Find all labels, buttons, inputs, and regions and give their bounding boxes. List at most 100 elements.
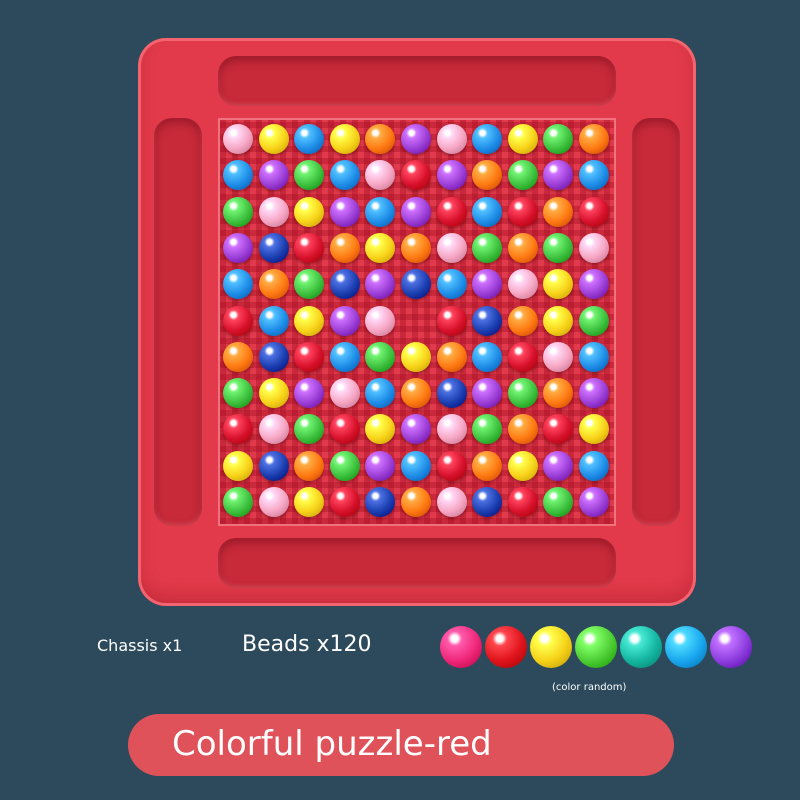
bead-purple[interactable] bbox=[543, 160, 574, 191]
bead-blue[interactable] bbox=[223, 160, 253, 191]
bead-red[interactable] bbox=[543, 414, 574, 445]
bead-red[interactable] bbox=[329, 414, 360, 445]
bead-pink[interactable] bbox=[365, 305, 396, 336]
bead-navy[interactable] bbox=[258, 232, 289, 263]
bead-pink[interactable] bbox=[436, 487, 467, 517]
bead-red[interactable] bbox=[294, 341, 325, 372]
bead-pink[interactable] bbox=[543, 341, 574, 372]
bead-red[interactable] bbox=[401, 160, 431, 191]
bead-pink[interactable] bbox=[507, 269, 538, 300]
bead-green[interactable] bbox=[365, 341, 396, 372]
bead-purple[interactable] bbox=[258, 160, 289, 191]
bead-green[interactable] bbox=[472, 414, 503, 445]
bead-navy[interactable] bbox=[436, 378, 467, 409]
bead-red[interactable] bbox=[223, 305, 253, 336]
bead-orange[interactable] bbox=[507, 232, 538, 263]
bead-pink[interactable] bbox=[579, 232, 609, 263]
bead-navy[interactable] bbox=[329, 269, 360, 300]
bead-red[interactable] bbox=[329, 487, 360, 517]
bead-purple[interactable] bbox=[401, 414, 431, 445]
bead-yellow[interactable] bbox=[543, 269, 574, 300]
bead-red[interactable] bbox=[507, 341, 538, 372]
bead-blue[interactable] bbox=[365, 378, 396, 409]
bead-red[interactable] bbox=[294, 232, 325, 263]
bead-purple[interactable] bbox=[223, 232, 253, 263]
bead-pink[interactable] bbox=[258, 487, 289, 517]
bead-yellow[interactable] bbox=[223, 450, 253, 481]
bead-purple[interactable] bbox=[294, 378, 325, 409]
bead-green[interactable] bbox=[294, 269, 325, 300]
bead-green[interactable] bbox=[294, 414, 325, 445]
bead-green[interactable] bbox=[543, 124, 574, 154]
bead-purple[interactable] bbox=[401, 196, 431, 227]
bead-blue[interactable] bbox=[329, 341, 360, 372]
bead-yellow[interactable] bbox=[294, 305, 325, 336]
bead-red[interactable] bbox=[507, 196, 538, 227]
bead-red[interactable] bbox=[507, 487, 538, 517]
bead-purple[interactable] bbox=[365, 450, 396, 481]
bead-green[interactable] bbox=[543, 232, 574, 263]
bead-green[interactable] bbox=[507, 160, 538, 191]
bead-navy[interactable] bbox=[472, 305, 503, 336]
bead-green[interactable] bbox=[329, 450, 360, 481]
bead-green[interactable] bbox=[579, 305, 609, 336]
bead-orange[interactable] bbox=[401, 487, 431, 517]
bead-green[interactable] bbox=[472, 232, 503, 263]
bead-purple[interactable] bbox=[436, 160, 467, 191]
bead-yellow[interactable] bbox=[401, 341, 431, 372]
bead-purple[interactable] bbox=[472, 378, 503, 409]
bead-purple[interactable] bbox=[401, 124, 431, 154]
bead-orange[interactable] bbox=[507, 305, 538, 336]
bead-blue[interactable] bbox=[401, 450, 431, 481]
bead-blue[interactable] bbox=[294, 124, 325, 154]
bead-blue[interactable] bbox=[365, 196, 396, 227]
bead-pink[interactable] bbox=[329, 378, 360, 409]
bead-blue[interactable] bbox=[579, 450, 609, 481]
bead-blue[interactable] bbox=[472, 196, 503, 227]
bead-blue[interactable] bbox=[258, 305, 289, 336]
bead-orange[interactable] bbox=[472, 450, 503, 481]
bead-green[interactable] bbox=[507, 378, 538, 409]
bead-orange[interactable] bbox=[507, 414, 538, 445]
bead-green[interactable] bbox=[223, 487, 253, 517]
bead-purple[interactable] bbox=[543, 450, 574, 481]
bead-pink[interactable] bbox=[436, 414, 467, 445]
bead-orange[interactable] bbox=[258, 269, 289, 300]
bead-blue[interactable] bbox=[579, 160, 609, 191]
bead-pink[interactable] bbox=[258, 414, 289, 445]
bead-yellow[interactable] bbox=[329, 124, 360, 154]
bead-yellow[interactable] bbox=[507, 450, 538, 481]
bead-green[interactable] bbox=[223, 196, 253, 227]
bead-red[interactable] bbox=[436, 196, 467, 227]
bead-blue[interactable] bbox=[472, 341, 503, 372]
bead-navy[interactable] bbox=[472, 487, 503, 517]
bead-blue[interactable] bbox=[223, 269, 253, 300]
bead-blue[interactable] bbox=[436, 269, 467, 300]
bead-red[interactable] bbox=[223, 414, 253, 445]
bead-orange[interactable] bbox=[223, 341, 253, 372]
bead-pink[interactable] bbox=[223, 124, 253, 154]
bead-blue[interactable] bbox=[329, 160, 360, 191]
bead-navy[interactable] bbox=[258, 341, 289, 372]
bead-orange[interactable] bbox=[401, 232, 431, 263]
bead-blue[interactable] bbox=[472, 124, 503, 154]
bead-orange[interactable] bbox=[579, 124, 609, 154]
bead-blue[interactable] bbox=[579, 341, 609, 372]
bead-green[interactable] bbox=[294, 160, 325, 191]
bead-red[interactable] bbox=[436, 305, 467, 336]
bead-yellow[interactable] bbox=[294, 487, 325, 517]
bead-orange[interactable] bbox=[365, 124, 396, 154]
bead-red[interactable] bbox=[579, 196, 609, 227]
bead-purple[interactable] bbox=[329, 196, 360, 227]
bead-green[interactable] bbox=[223, 378, 253, 409]
bead-orange[interactable] bbox=[472, 160, 503, 191]
bead-yellow[interactable] bbox=[507, 124, 538, 154]
bead-yellow[interactable] bbox=[579, 414, 609, 445]
bead-yellow[interactable] bbox=[543, 305, 574, 336]
bead-navy[interactable] bbox=[258, 450, 289, 481]
bead-yellow[interactable] bbox=[365, 232, 396, 263]
bead-yellow[interactable] bbox=[258, 124, 289, 154]
bead-red[interactable] bbox=[436, 450, 467, 481]
bead-yellow[interactable] bbox=[294, 196, 325, 227]
bead-purple[interactable] bbox=[365, 269, 396, 300]
